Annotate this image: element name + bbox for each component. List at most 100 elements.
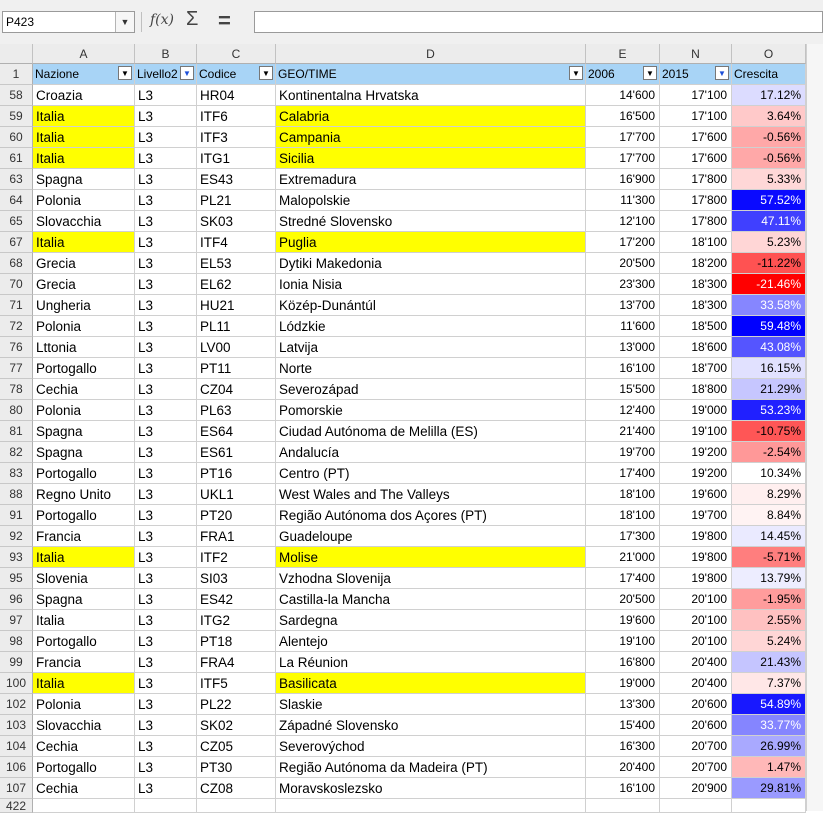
- vertical-scrollbar[interactable]: [806, 44, 823, 811]
- cell-y2015[interactable]: 20'900: [660, 778, 732, 799]
- row-header[interactable]: 103: [0, 715, 33, 736]
- cell-nazione[interactable]: Spagna: [33, 169, 135, 190]
- cell-crescita[interactable]: 21.43%: [732, 652, 806, 673]
- cell-geo[interactable]: Basilicata: [276, 673, 586, 694]
- cell-y2015[interactable]: 20'700: [660, 757, 732, 778]
- cell-livello[interactable]: L3: [135, 253, 197, 274]
- cell-nazione[interactable]: Polonia: [33, 400, 135, 421]
- cell-y2006[interactable]: 17'400: [586, 463, 660, 484]
- cell-nazione[interactable]: Slovacchia: [33, 715, 135, 736]
- cell-y2015[interactable]: 18'600: [660, 337, 732, 358]
- cell-y2015[interactable]: 20'400: [660, 652, 732, 673]
- name-box-input[interactable]: [3, 12, 115, 32]
- cell-geo[interactable]: Západné Slovensko: [276, 715, 586, 736]
- header-cell[interactable]: Codice ▼: [197, 64, 276, 85]
- row-header[interactable]: 104: [0, 736, 33, 757]
- cell-livello[interactable]: L3: [135, 484, 197, 505]
- row-header[interactable]: 98: [0, 631, 33, 652]
- cell-y2015[interactable]: 19'200: [660, 463, 732, 484]
- cell-livello[interactable]: L3: [135, 337, 197, 358]
- cell-y2006[interactable]: 21'000: [586, 547, 660, 568]
- cell-nazione[interactable]: Grecia: [33, 253, 135, 274]
- cell-crescita[interactable]: 54.89%: [732, 694, 806, 715]
- row-header[interactable]: 65: [0, 211, 33, 232]
- cell-geo[interactable]: Ionia Nisia: [276, 274, 586, 295]
- cell-crescita[interactable]: 33.77%: [732, 715, 806, 736]
- cell-nazione[interactable]: Cechia: [33, 736, 135, 757]
- row-header[interactable]: 63: [0, 169, 33, 190]
- cell-nazione[interactable]: Grecia: [33, 274, 135, 295]
- select-all-corner[interactable]: [0, 44, 33, 64]
- row-header[interactable]: 78: [0, 379, 33, 400]
- cell-y2006[interactable]: 20'400: [586, 757, 660, 778]
- cell-crescita[interactable]: 53.23%: [732, 400, 806, 421]
- column-header-a[interactable]: A: [33, 44, 135, 64]
- cell-crescita[interactable]: -11.22%: [732, 253, 806, 274]
- cell-geo[interactable]: Alentejo: [276, 631, 586, 652]
- cell-crescita[interactable]: 5.33%: [732, 169, 806, 190]
- cell-y2015[interactable]: 18'300: [660, 295, 732, 316]
- cell-nazione[interactable]: Ungheria: [33, 295, 135, 316]
- cell-geo[interactable]: La Réunion: [276, 652, 586, 673]
- row-header[interactable]: 91: [0, 505, 33, 526]
- function-wizard-button[interactable]: f(x): [150, 12, 174, 28]
- cell-livello[interactable]: L3: [135, 715, 197, 736]
- cell-livello[interactable]: L3: [135, 169, 197, 190]
- row-header[interactable]: 88: [0, 484, 33, 505]
- cell-livello[interactable]: L3: [135, 358, 197, 379]
- cell-livello[interactable]: L3: [135, 694, 197, 715]
- cell-y2006[interactable]: 16'100: [586, 778, 660, 799]
- cell-geo[interactable]: Vzhodna Slovenija: [276, 568, 586, 589]
- cell-geo[interactable]: Calabria: [276, 106, 586, 127]
- cell-geo[interactable]: Extremadura: [276, 169, 586, 190]
- row-header[interactable]: 59: [0, 106, 33, 127]
- row-header[interactable]: 67: [0, 232, 33, 253]
- cell-codice[interactable]: ITF4: [197, 232, 276, 253]
- cell-geo[interactable]: Malopolskie: [276, 190, 586, 211]
- cell-geo[interactable]: Sicilia: [276, 148, 586, 169]
- cell-codice[interactable]: PL22: [197, 694, 276, 715]
- name-box-dropdown-icon[interactable]: ▼: [115, 12, 134, 32]
- cell-y2015[interactable]: 17'800: [660, 169, 732, 190]
- cell-y2015[interactable]: 18'300: [660, 274, 732, 295]
- cell-codice[interactable]: ES43: [197, 169, 276, 190]
- cell-y2015[interactable]: 18'700: [660, 358, 732, 379]
- cell-y2015[interactable]: 20'100: [660, 610, 732, 631]
- cell-codice[interactable]: HU21: [197, 295, 276, 316]
- cell-codice[interactable]: EL62: [197, 274, 276, 295]
- cell-livello[interactable]: L3: [135, 547, 197, 568]
- formula-input[interactable]: [254, 11, 823, 33]
- cell-livello[interactable]: L3: [135, 148, 197, 169]
- cell-crescita[interactable]: 10.34%: [732, 463, 806, 484]
- cell-crescita[interactable]: 17.12%: [732, 85, 806, 106]
- row-header[interactable]: 81: [0, 421, 33, 442]
- cell-codice[interactable]: EL53: [197, 253, 276, 274]
- cell-crescita[interactable]: 33.58%: [732, 295, 806, 316]
- autofilter-dropdown-icon[interactable]: ▼: [643, 66, 657, 80]
- cell-y2015[interactable]: 20'700: [660, 736, 732, 757]
- cell-y2015[interactable]: 20'400: [660, 673, 732, 694]
- cell-geo[interactable]: Slaskie: [276, 694, 586, 715]
- cell-crescita[interactable]: 5.24%: [732, 631, 806, 652]
- row-header[interactable]: 77: [0, 358, 33, 379]
- cell-nazione[interactable]: Slovacchia: [33, 211, 135, 232]
- cell-y2006[interactable]: 13'300: [586, 694, 660, 715]
- cell-codice[interactable]: CZ08: [197, 778, 276, 799]
- column-header-o[interactable]: O: [732, 44, 806, 64]
- row-header[interactable]: 72: [0, 316, 33, 337]
- cell-crescita[interactable]: 47.11%: [732, 211, 806, 232]
- cell-codice[interactable]: PT18: [197, 631, 276, 652]
- cell-nazione[interactable]: Regno Unito: [33, 484, 135, 505]
- cell-crescita[interactable]: -21.46%: [732, 274, 806, 295]
- cell-y2006[interactable]: 12'100: [586, 211, 660, 232]
- cell-livello[interactable]: L3: [135, 106, 197, 127]
- cell-geo[interactable]: Moravskoslezsko: [276, 778, 586, 799]
- cell-crescita[interactable]: 26.99%: [732, 736, 806, 757]
- cell-codice[interactable]: ITF3: [197, 127, 276, 148]
- cell-codice[interactable]: PT11: [197, 358, 276, 379]
- cell-geo[interactable]: Lódzkie: [276, 316, 586, 337]
- cell-codice[interactable]: CZ05: [197, 736, 276, 757]
- column-header-e[interactable]: E: [586, 44, 660, 64]
- cell-crescita[interactable]: -0.56%: [732, 127, 806, 148]
- cell-codice[interactable]: PL11: [197, 316, 276, 337]
